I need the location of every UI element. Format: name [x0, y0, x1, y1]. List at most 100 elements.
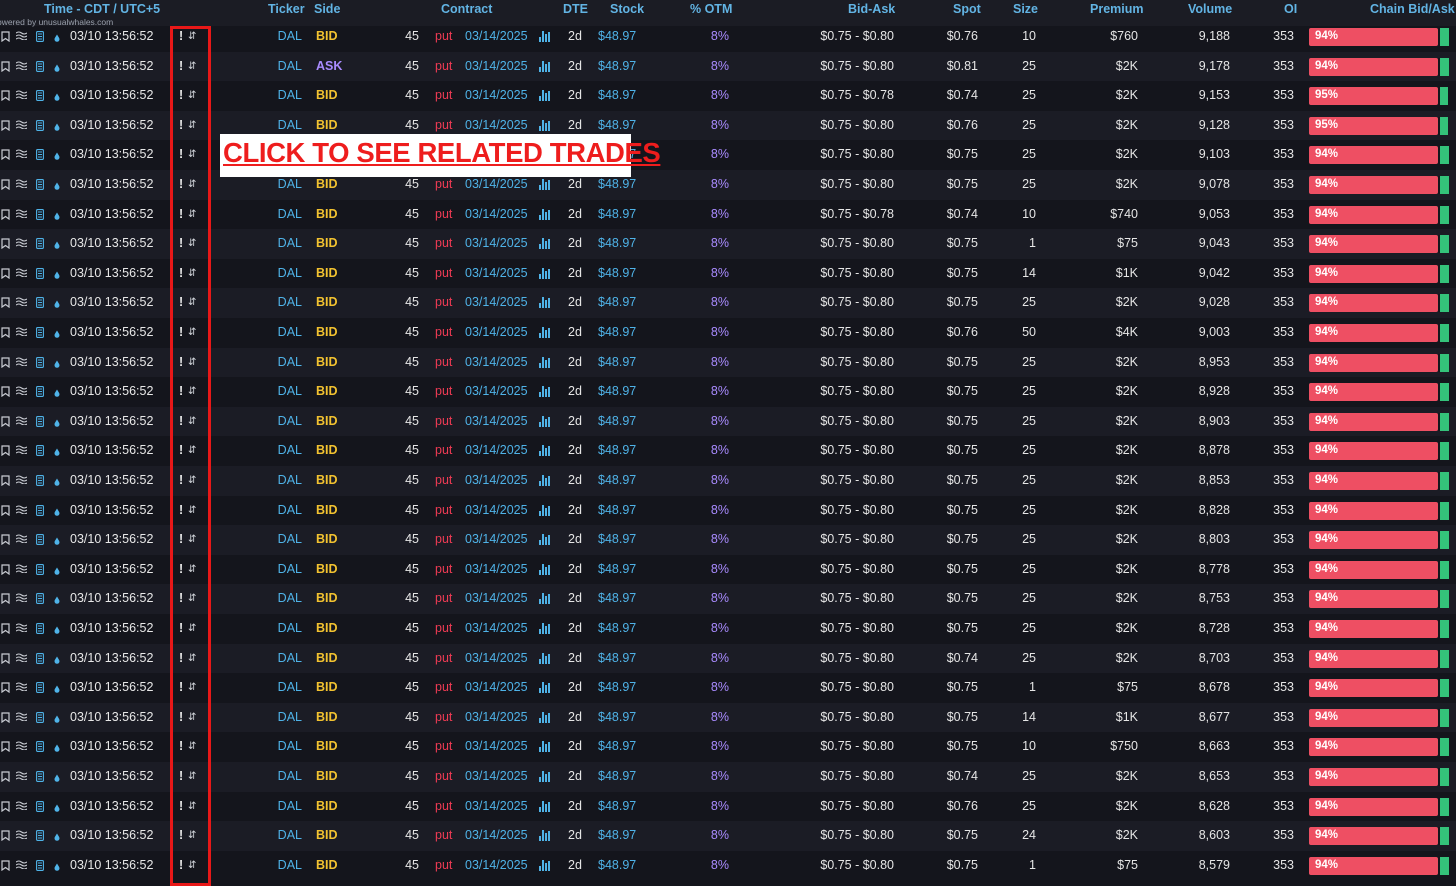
- stock-price-link[interactable]: $48.97: [598, 229, 636, 259]
- drop-icon[interactable]: [54, 536, 60, 548]
- calendar-icon[interactable]: [36, 682, 44, 696]
- bookmark-icon[interactable]: [1, 297, 10, 311]
- calendar-icon[interactable]: [36, 119, 44, 134]
- column-header-ticker[interactable]: Ticker: [268, 2, 305, 16]
- ticker-link[interactable]: DAL: [278, 792, 302, 822]
- calendar-icon[interactable]: [36, 475, 44, 489]
- table-row[interactable]: 03/10 13:56:52!⇵DALBID45put03/14/20252d$…: [0, 377, 1456, 407]
- flow-waves-icon[interactable]: [15, 771, 28, 783]
- flow-waves-icon[interactable]: [15, 327, 28, 339]
- table-row[interactable]: 03/10 13:56:52!⇵DALBID45put03/14/20252d$…: [0, 555, 1456, 585]
- stock-price-link[interactable]: $48.97: [598, 318, 636, 348]
- calendar-icon[interactable]: [36, 60, 44, 75]
- ticker-link[interactable]: DAL: [278, 851, 302, 881]
- table-row[interactable]: 03/10 13:56:52!⇵DALBID45put03/14/20252d$…: [0, 643, 1456, 674]
- bookmark-icon[interactable]: [1, 327, 10, 341]
- drop-icon[interactable]: [54, 299, 60, 311]
- bookmark-icon[interactable]: [1, 31, 10, 45]
- chart-icon[interactable]: [539, 356, 550, 368]
- ticker-link[interactable]: DAL: [278, 732, 302, 762]
- drop-icon[interactable]: [54, 655, 60, 667]
- ticker-link[interactable]: DAL: [278, 52, 302, 82]
- chart-icon[interactable]: [539, 31, 550, 42]
- bookmark-icon[interactable]: [1, 179, 10, 193]
- expiry-link[interactable]: 03/14/2025: [465, 851, 528, 881]
- stock-price-link[interactable]: $48.97: [598, 288, 636, 318]
- expiry-link[interactable]: 03/14/2025: [465, 318, 528, 348]
- drop-icon[interactable]: [54, 773, 60, 785]
- table-row[interactable]: 03/10 13:56:52!⇵DALBID45put03/14/20252d$…: [0, 762, 1456, 792]
- chart-icon[interactable]: [539, 593, 550, 605]
- stock-price-link[interactable]: $48.97: [598, 792, 636, 822]
- calendar-icon[interactable]: [36, 90, 44, 104]
- flow-waves-icon[interactable]: [15, 416, 28, 428]
- column-header-bid-ask[interactable]: Bid-Ask: [848, 2, 895, 16]
- table-row[interactable]: 03/10 13:56:52!⇵DALBID45put03/14/20252d$…: [0, 466, 1456, 496]
- bookmark-icon[interactable]: [1, 534, 10, 548]
- flow-waves-icon[interactable]: [15, 90, 28, 102]
- flow-waves-icon[interactable]: [15, 593, 28, 605]
- bookmark-icon[interactable]: [1, 800, 10, 815]
- flow-waves-icon[interactable]: [15, 445, 28, 457]
- table-row[interactable]: 03/10 13:56:52!⇵DALBID45put03/14/20252d$…: [0, 406, 1456, 437]
- drop-icon[interactable]: [54, 507, 60, 519]
- drop-icon[interactable]: [54, 743, 60, 755]
- expiry-link[interactable]: 03/14/2025: [465, 22, 528, 52]
- bookmark-icon[interactable]: [1, 830, 10, 844]
- chart-icon[interactable]: [539, 711, 550, 723]
- stock-price-link[interactable]: $48.97: [598, 673, 636, 703]
- column-header-stock[interactable]: Stock: [610, 2, 644, 16]
- flow-waves-icon[interactable]: [15, 860, 28, 872]
- stock-price-link[interactable]: $48.97: [598, 821, 636, 851]
- chart-icon[interactable]: [539, 475, 550, 486]
- stock-price-link[interactable]: $48.97: [598, 200, 636, 230]
- expiry-link[interactable]: 03/14/2025: [465, 407, 528, 437]
- expiry-link[interactable]: 03/14/2025: [465, 762, 528, 792]
- calendar-icon[interactable]: [36, 208, 44, 223]
- stock-price-link[interactable]: $48.97: [598, 762, 636, 792]
- table-row[interactable]: 03/10 13:56:52!⇵DALBID45put03/14/20252d$…: [0, 702, 1456, 733]
- ticker-link[interactable]: DAL: [278, 762, 302, 792]
- flow-waves-icon[interactable]: [15, 830, 28, 842]
- drop-icon[interactable]: [54, 477, 60, 489]
- chart-icon[interactable]: [539, 386, 550, 398]
- table-row[interactable]: 03/10 13:56:52!⇵DALBID45put03/14/20252d$…: [0, 732, 1456, 762]
- flow-waves-icon[interactable]: [15, 120, 28, 132]
- column-header-time[interactable]: Time - CDT / UTC+5: [44, 2, 160, 16]
- bookmark-icon[interactable]: [1, 208, 10, 223]
- bookmark-icon[interactable]: [1, 623, 10, 637]
- table-row[interactable]: 03/10 13:56:52!⇵DALBID45put03/14/20252d$…: [0, 821, 1456, 851]
- drop-icon[interactable]: [54, 684, 60, 696]
- bookmark-icon[interactable]: [1, 356, 10, 371]
- bookmark-icon[interactable]: [1, 593, 10, 607]
- stock-price-link[interactable]: $48.97: [598, 703, 636, 733]
- table-row[interactable]: 03/10 13:56:52!⇵DALBID45put03/14/20252d$…: [0, 81, 1456, 111]
- stock-price-link[interactable]: $48.97: [598, 348, 636, 378]
- column-header-volume[interactable]: Volume: [1188, 2, 1232, 16]
- bookmark-icon[interactable]: [1, 504, 10, 519]
- drop-icon[interactable]: [54, 832, 60, 844]
- chart-icon[interactable]: [539, 119, 550, 131]
- chart-icon[interactable]: [539, 179, 550, 190]
- calendar-icon[interactable]: [36, 267, 44, 282]
- flow-waves-icon[interactable]: [15, 505, 28, 517]
- table-row[interactable]: 03/10 13:56:52!⇵DALBID45put03/14/20252d$…: [0, 347, 1456, 378]
- stock-price-link[interactable]: $48.97: [598, 52, 636, 82]
- bookmark-icon[interactable]: [1, 90, 10, 104]
- expiry-link[interactable]: 03/14/2025: [465, 81, 528, 111]
- bookmark-icon[interactable]: [1, 149, 10, 163]
- bookmark-icon[interactable]: [1, 564, 10, 578]
- calendar-icon[interactable]: [36, 593, 44, 607]
- calendar-icon[interactable]: [36, 830, 44, 844]
- bookmark-icon[interactable]: [1, 475, 10, 489]
- stock-price-link[interactable]: $48.97: [598, 525, 636, 555]
- bookmark-icon[interactable]: [1, 268, 10, 282]
- flow-waves-icon[interactable]: [15, 475, 28, 487]
- flow-waves-icon[interactable]: [15, 31, 28, 43]
- ticker-link[interactable]: DAL: [278, 377, 302, 407]
- drop-icon[interactable]: [54, 270, 60, 282]
- calendar-icon[interactable]: [36, 504, 44, 519]
- ticker-link[interactable]: DAL: [278, 703, 302, 733]
- flow-waves-icon[interactable]: [15, 357, 28, 369]
- expiry-link[interactable]: 03/14/2025: [465, 732, 528, 762]
